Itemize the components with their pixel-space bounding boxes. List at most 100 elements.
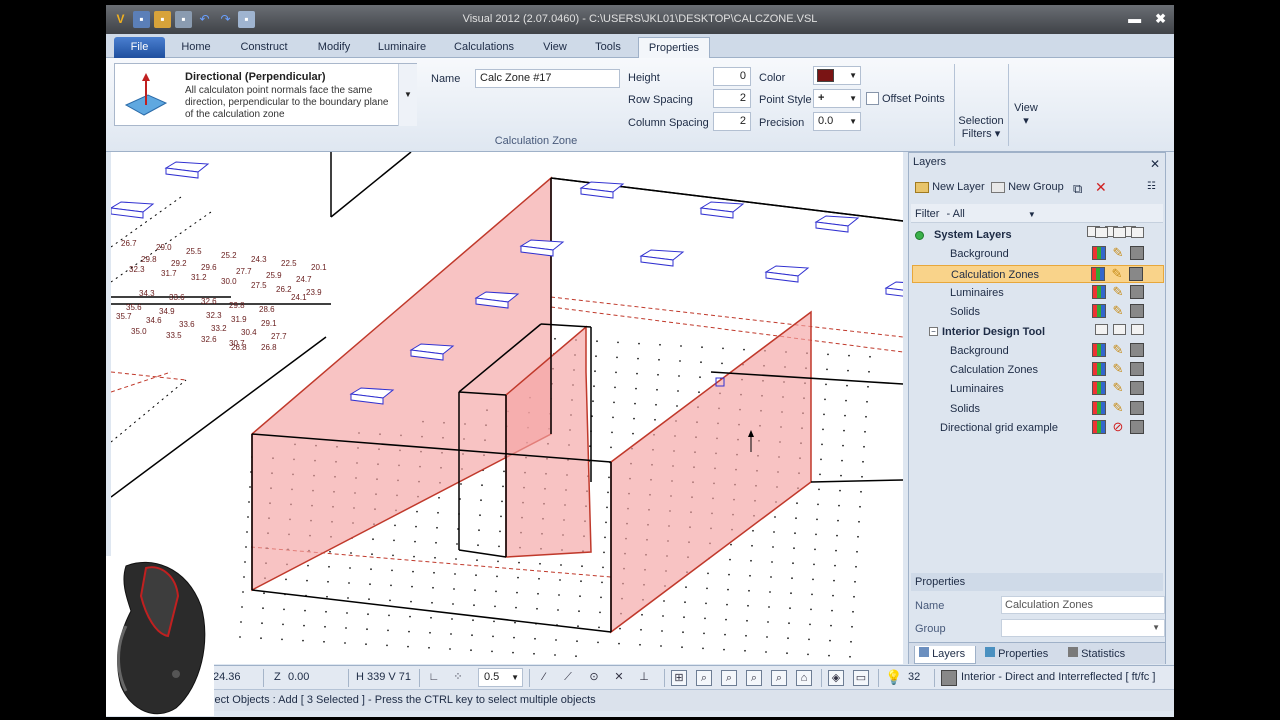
visible-status-icon[interactable] [915, 230, 924, 240]
tab-home[interactable]: Home [174, 37, 218, 58]
tab-file[interactable]: File [114, 37, 165, 58]
calculator-icon[interactable] [1130, 246, 1144, 261]
snap-grid-icon[interactable]: ⁘ [450, 670, 466, 686]
perpendicular-snap-icon[interactable]: ⊥ [636, 670, 652, 686]
tab-tools[interactable]: Tools [587, 37, 629, 58]
close-button[interactable]: ✖ [1155, 11, 1166, 27]
calculator-icon[interactable] [1130, 400, 1144, 415]
tab-statistics[interactable]: Statistics [1064, 646, 1125, 664]
3d-viewport[interactable]: 26.7 29.0 25.5 25.2 24.3 22.5 20.1 29.8 29.2 29.6… [111, 152, 903, 664]
layer-row[interactable]: Calculation Zones ✎ [912, 361, 1164, 379]
calculator-icon[interactable] [1129, 266, 1143, 281]
filter-row[interactable]: Filter - All ▼ [915, 208, 1036, 220]
layer-color-icon[interactable] [1092, 284, 1106, 299]
zoom-out-icon[interactable]: ⌕ [721, 670, 737, 686]
layer-color-icon[interactable] [1092, 304, 1106, 319]
layer-row[interactable]: System Layers [912, 226, 1164, 244]
tab-layers[interactable]: Layers [914, 646, 976, 664]
ortho-icon[interactable]: ∟ [426, 670, 442, 686]
layer-color-icon[interactable] [1091, 266, 1105, 281]
layer-color-icon[interactable] [1092, 381, 1106, 396]
home-view-icon[interactable]: ⌂ [796, 670, 812, 686]
tab-calculations[interactable]: Calculations [448, 37, 520, 58]
intersection-snap-icon[interactable]: ✕ [611, 670, 627, 686]
tab-view[interactable]: View [535, 37, 575, 58]
layer-color-icon[interactable] [1092, 362, 1106, 377]
minimize-button[interactable]: ▬ [1128, 11, 1141, 27]
edit-pencil-icon[interactable]: ✎ [1111, 246, 1125, 260]
prop-name-value[interactable]: Calculation Zones [1001, 596, 1165, 614]
calculator-icon[interactable] [1130, 362, 1144, 377]
calculator-icon[interactable] [1130, 381, 1144, 396]
calculator-icon[interactable] [1130, 420, 1144, 434]
zoom-previous-icon[interactable]: ⌕ [771, 670, 787, 686]
edit-pencil-icon[interactable]: ✎ [1111, 381, 1125, 395]
height-input[interactable]: 0 [713, 67, 751, 86]
calculator-icon[interactable] [1130, 342, 1144, 357]
new-group-button[interactable]: New Group [991, 181, 1064, 193]
zoom-in-icon[interactable]: ⌕ [746, 670, 762, 686]
no-edit-icon[interactable]: ⊘ [1111, 420, 1125, 434]
tab-properties-panel[interactable]: Properties [981, 646, 1048, 664]
layer-color-icon[interactable] [1092, 420, 1106, 434]
tab-properties[interactable]: Properties [638, 37, 710, 58]
precision-select[interactable]: 0.0 ▼ [813, 112, 861, 131]
layer-options-icon[interactable]: ☷ [1147, 181, 1156, 192]
layer-row[interactable]: Luminaires ✎ [912, 284, 1164, 302]
edit-pencil-icon[interactable]: ✎ [1111, 304, 1125, 318]
circle-snap-icon[interactable]: ⊙ [586, 670, 602, 686]
calculator-icon[interactable] [941, 670, 957, 686]
view-menu-button[interactable]: View ▾ [1010, 102, 1042, 128]
layer-row[interactable]: Calculation Zones ✎ [912, 264, 1164, 283]
direction-dropdown-button[interactable]: ▼ [398, 64, 417, 126]
layer-color-icon[interactable] [1092, 400, 1106, 415]
layer-row[interactable]: Directional grid example ⊘ [912, 419, 1164, 437]
color-picker[interactable]: ▼ [813, 66, 861, 85]
layer-row[interactable]: Background ✎ [912, 342, 1164, 360]
frame-icon[interactable] [1113, 227, 1126, 238]
edit-pencil-icon[interactable]: ✎ [1111, 362, 1125, 376]
frame-icon[interactable] [1131, 227, 1144, 238]
frame-icon[interactable] [1113, 323, 1126, 335]
column-spacing-input[interactable]: 2 [713, 112, 751, 131]
zoom-window-icon[interactable]: ⌕ [696, 670, 712, 686]
new-layer-button[interactable]: New Layer [915, 181, 985, 193]
close-icon[interactable]: ✕ [1150, 155, 1160, 173]
layer-row[interactable]: − Interior Design Tool [912, 323, 1164, 341]
prop-group-select[interactable]: ▼ [1001, 619, 1165, 637]
selection-filters-button[interactable]: Selection Filters ▾ [956, 102, 1006, 141]
collapse-icon[interactable]: − [929, 327, 938, 337]
direction-selector[interactable]: Directional (Perpendicular) All calculat… [114, 63, 417, 126]
snap-value-select[interactable]: 0.5 ▼ [478, 668, 523, 687]
row-spacing-input[interactable]: 2 [713, 89, 751, 108]
name-input[interactable]: Calc Zone #17 [475, 69, 620, 88]
page-icon[interactable]: ▭ [853, 670, 869, 686]
layer-color-icon[interactable] [1092, 246, 1106, 261]
line-tool-icon[interactable]: ⁄ [536, 670, 552, 686]
copy-icon[interactable]: ⧉ [1073, 181, 1082, 197]
edit-pencil-icon[interactable]: ✎ [1110, 266, 1124, 281]
calculator-icon[interactable] [1130, 284, 1144, 299]
layer-row[interactable]: Solids ✎ [912, 303, 1164, 321]
layer-row[interactable]: Luminaires ✎ [912, 380, 1164, 398]
frame-icon[interactable] [1095, 227, 1108, 238]
tab-luminaire[interactable]: Luminaire [371, 37, 433, 58]
layer-row[interactable]: Background ✎ [912, 245, 1164, 263]
tab-construct[interactable]: Construct [232, 37, 296, 58]
diagonal-tool-icon[interactable]: ⟋ [560, 670, 576, 686]
grid-point [634, 402, 636, 405]
offset-points-checkbox[interactable] [866, 92, 879, 105]
point-style-select[interactable]: + ▼ [813, 89, 861, 108]
frame-icon[interactable] [1131, 323, 1144, 335]
delete-icon[interactable]: ✕ [1095, 179, 1107, 196]
frame-icon[interactable] [1095, 323, 1108, 335]
render-icon[interactable]: ◈ [828, 670, 844, 686]
tab-modify[interactable]: Modify [310, 37, 358, 58]
edit-pencil-icon[interactable]: ✎ [1111, 284, 1125, 299]
edit-pencil-icon[interactable]: ✎ [1111, 400, 1125, 415]
layer-color-icon[interactable] [1092, 342, 1106, 357]
layer-row[interactable]: Solids ✎ [912, 400, 1164, 418]
edit-pencil-icon[interactable]: ✎ [1111, 342, 1125, 357]
zoom-extents-icon[interactable]: ⊞ [671, 670, 687, 686]
calculator-icon[interactable] [1130, 304, 1144, 319]
